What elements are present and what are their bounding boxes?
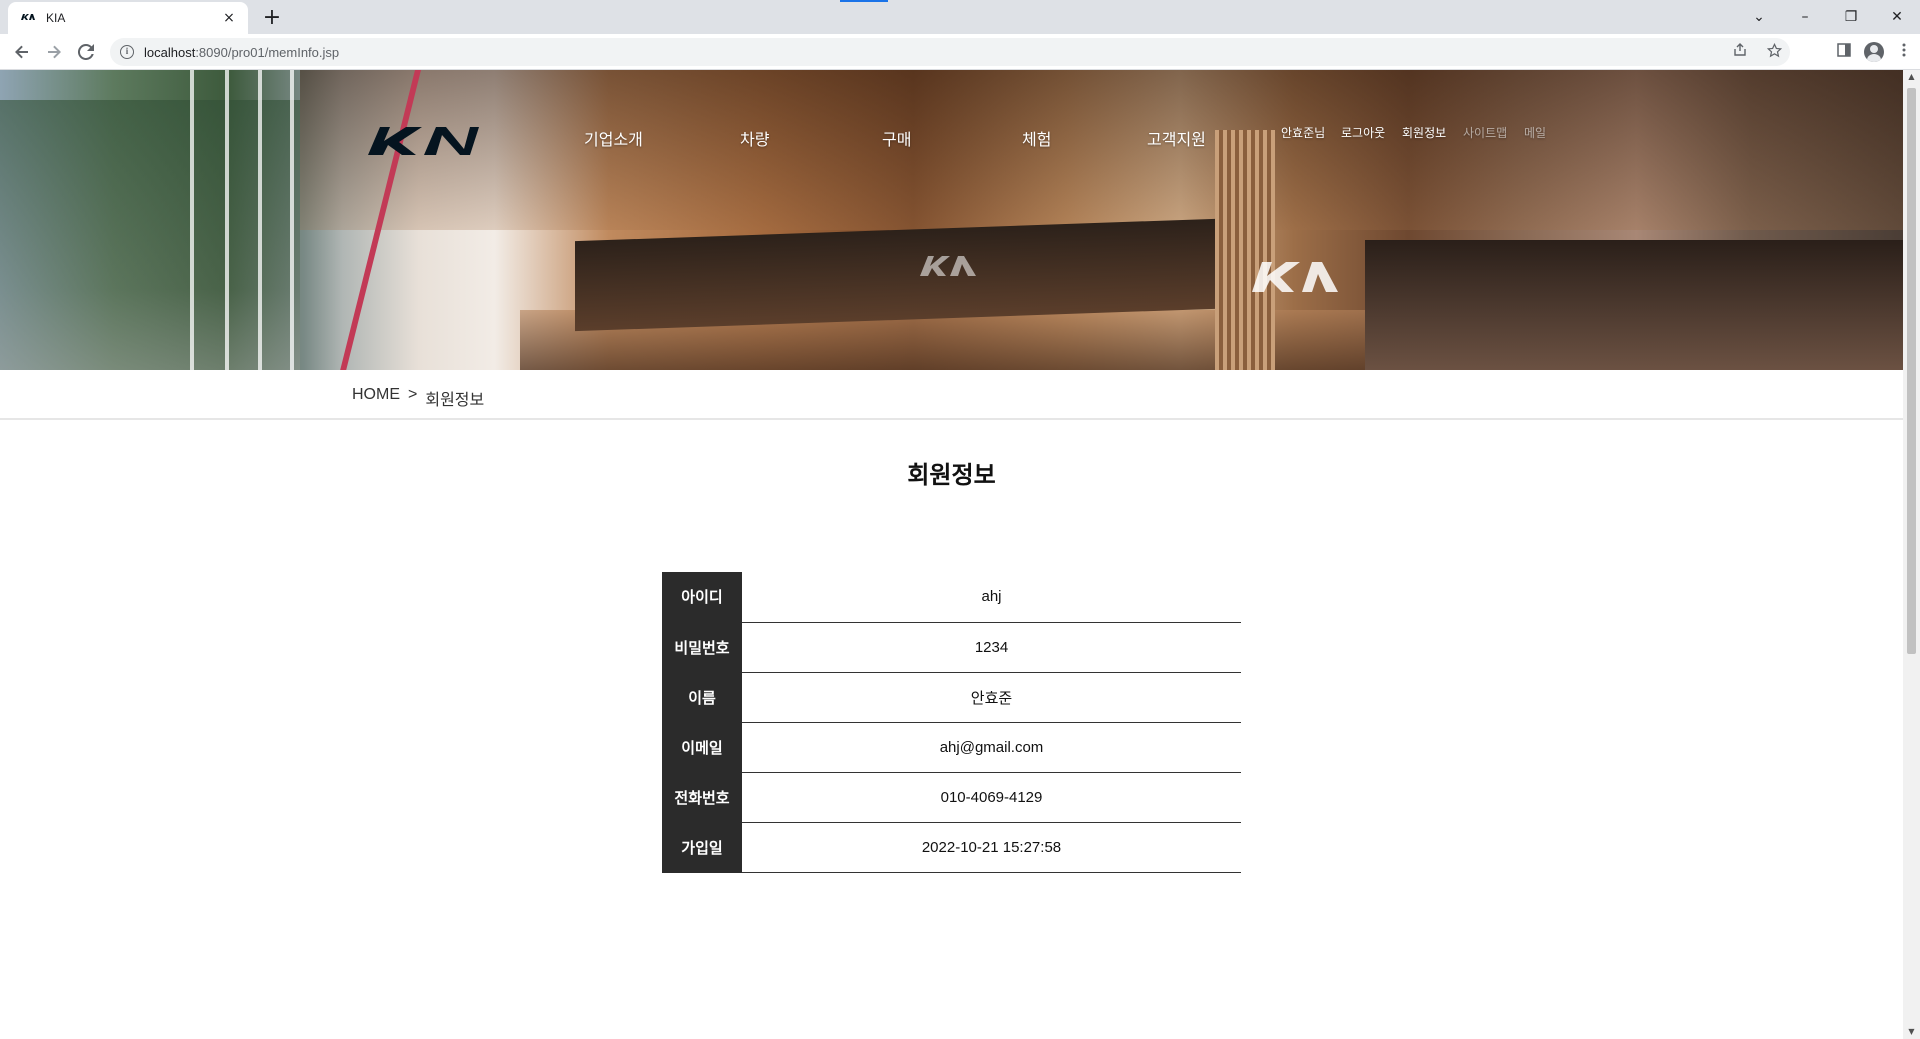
scroll-thumb[interactable] (1907, 88, 1916, 654)
url-host: localhost (144, 44, 196, 60)
util-username: 안효준님 (1281, 126, 1326, 140)
tab-title: KIA (46, 11, 66, 25)
star-icon[interactable] (1764, 42, 1784, 62)
tab-search-icon[interactable]: ⌄ (1736, 0, 1782, 34)
minimize-icon[interactable]: – (1782, 0, 1828, 34)
table-row: 아이디 ahj (662, 572, 1241, 623)
util-mail-link[interactable]: 메일 (1524, 124, 1546, 141)
table-row: 비밀번호 1234 (662, 622, 1241, 673)
nav-item-company[interactable]: 기업소개 (584, 126, 643, 150)
breadcrumb-separator: > (408, 386, 418, 403)
back-arrow-icon[interactable] (8, 38, 36, 66)
table-row: 이메일 ahj@gmail.com (662, 722, 1241, 773)
browser-toolbar: i localhost:8090/pro01/memInfo.jsp (0, 34, 1920, 70)
profile-icon[interactable] (1864, 42, 1884, 62)
table-row: 전화번호 010-4069-4129 (662, 772, 1241, 823)
util-sitemap-link[interactable]: 사이트맵 (1463, 124, 1507, 141)
table-row: 이름 안효준 (662, 672, 1241, 723)
nav-item-experience[interactable]: 체험 (1022, 126, 1051, 150)
tab-close-icon[interactable]: × (220, 10, 238, 26)
global-nav: 기업소개 차량 구매 체험 고객지원 안효준님 로그아웃 회원정보 사이트맵 메… (0, 70, 1903, 190)
row-value-phone: 010-4069-4129 (742, 772, 1241, 823)
info-icon[interactable]: i (120, 45, 134, 59)
hero-wall-logo-icon (1250, 260, 1350, 298)
member-info-table: 아이디 ahj 비밀번호 1234 이름 안효준 이메일 ahj@gmail.c… (662, 572, 1241, 873)
nav-item-support[interactable]: 고객지원 (1147, 126, 1206, 150)
row-label-email: 이메일 (662, 722, 742, 773)
address-bar[interactable]: i localhost:8090/pro01/memInfo.jsp (110, 38, 1790, 66)
scroll-down-icon[interactable]: ▼ (1903, 1025, 1920, 1039)
address-bar-actions (1730, 38, 1784, 66)
new-tab-button[interactable]: + (258, 4, 286, 32)
row-value-name: 안효준 (742, 672, 1241, 723)
row-label-phone: 전화번호 (662, 772, 742, 823)
reload-icon[interactable] (72, 38, 100, 66)
hero-banner: 기업소개 차량 구매 체험 고객지원 안효준님 로그아웃 회원정보 사이트맵 메… (0, 70, 1903, 370)
kebab-menu-icon[interactable] (1894, 43, 1914, 61)
toolbar-right (1834, 38, 1914, 66)
nav-item-purchase[interactable]: 구매 (882, 126, 911, 150)
table-row: 가입일 2022-10-21 15:27:58 (662, 822, 1241, 873)
hero-counter-right (1365, 240, 1903, 370)
row-value-joined: 2022-10-21 15:27:58 (742, 822, 1241, 873)
browser-tabstrip: KIA × + ⌄ – ❐ ✕ (0, 0, 1920, 34)
row-value-password: 1234 (742, 622, 1241, 673)
restore-icon[interactable]: ❐ (1828, 0, 1874, 34)
side-panel-icon[interactable] (1834, 43, 1854, 61)
kia-logo-icon[interactable] (366, 125, 481, 157)
row-value-id: ahj (742, 572, 1241, 623)
breadcrumb-home-link[interactable]: HOME (352, 386, 400, 410)
row-value-email: ahj@gmail.com (742, 722, 1241, 773)
close-window-icon[interactable]: ✕ (1874, 0, 1920, 34)
page-viewport: 기업소개 차량 구매 체험 고객지원 안효준님 로그아웃 회원정보 사이트맵 메… (0, 70, 1903, 1039)
forward-arrow-icon[interactable] (40, 38, 68, 66)
window-controls: ⌄ – ❐ ✕ (1736, 0, 1920, 34)
breadcrumb: HOME > 회원정보 (352, 386, 484, 410)
row-label-joined: 가입일 (662, 822, 742, 873)
url-path: :8090/pro01/memInfo.jsp (195, 44, 340, 60)
nav-item-vehicles[interactable]: 차량 (740, 126, 769, 150)
share-icon[interactable] (1730, 43, 1750, 61)
breadcrumb-bar: HOME > 회원정보 (0, 370, 1903, 420)
row-label-password: 비밀번호 (662, 622, 742, 673)
page-title: 회원정보 (907, 461, 996, 489)
hero-counter-logo-icon (918, 254, 978, 284)
breadcrumb-current: 회원정보 (425, 392, 485, 409)
tab-loading-indicator (840, 0, 888, 2)
row-label-name: 이름 (662, 672, 742, 723)
kia-favicon-icon (20, 13, 36, 23)
scroll-up-icon[interactable]: ▲ (1903, 70, 1920, 84)
util-logout-link[interactable]: 로그아웃 (1341, 124, 1385, 141)
row-label-id: 아이디 (662, 572, 742, 623)
browser-tab[interactable]: KIA × (8, 2, 248, 34)
page-scrollbar[interactable]: ▲ ▼ (1903, 70, 1920, 1039)
util-member-info-link[interactable]: 회원정보 (1402, 124, 1446, 141)
